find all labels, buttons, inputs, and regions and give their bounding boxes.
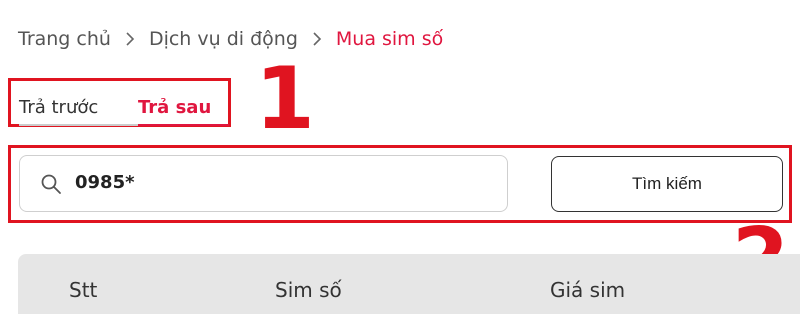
search-input-value[interactable]: 0985*	[75, 172, 135, 193]
search-icon	[40, 173, 62, 195]
annotation-number-1: 1	[255, 49, 315, 149]
tab-prepaid[interactable]: Trả trước	[19, 97, 98, 118]
breadcrumb-current: Mua sim số	[335, 28, 444, 50]
chevron-right-icon	[123, 32, 137, 46]
column-header-sim: Sim số	[275, 278, 342, 302]
breadcrumb: Trang chủ Dịch vụ di động Mua sim số	[18, 26, 443, 52]
annotation-box-tabs: Trả trước Trả sau	[8, 78, 231, 127]
breadcrumb-home[interactable]: Trang chủ	[18, 28, 111, 50]
search-button[interactable]: Tìm kiếm	[551, 156, 783, 212]
tab-postpaid[interactable]: Trả sau	[138, 97, 211, 118]
tab-active-indicator	[138, 124, 229, 126]
table-header: Stt Sim số Giá sim	[18, 254, 800, 314]
chevron-right-icon	[310, 32, 324, 46]
search-input[interactable]: 0985*	[19, 155, 508, 212]
column-header-stt: Stt	[69, 278, 98, 302]
column-header-price: Giá sim	[550, 278, 626, 302]
breadcrumb-mobile-services[interactable]: Dịch vụ di động	[149, 28, 298, 50]
